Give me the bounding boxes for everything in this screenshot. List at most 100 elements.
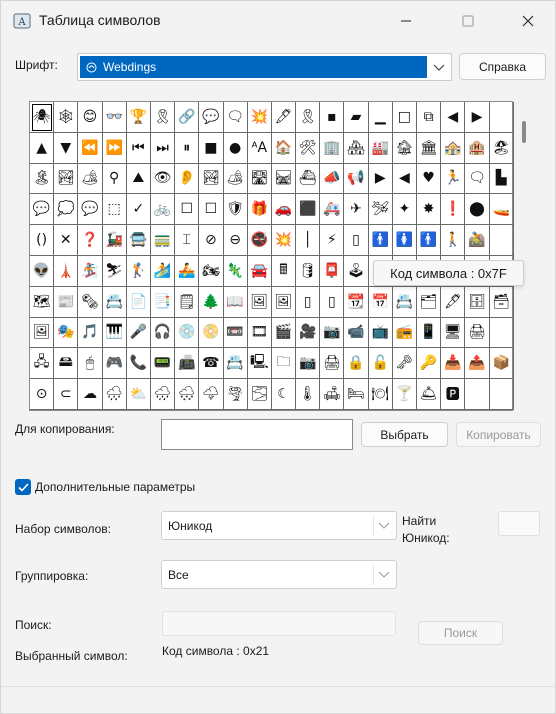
symbol-cell[interactable]: 🎁 bbox=[247, 194, 272, 226]
symbol-cell[interactable]: 🌧 bbox=[102, 379, 127, 410]
symbol-cell[interactable]: 📼 bbox=[223, 317, 248, 349]
symbol-cell[interactable]: 🏖 bbox=[489, 132, 514, 164]
symbol-cell[interactable]: 🕹 bbox=[344, 255, 369, 287]
symbol-cell[interactable]: ☾ bbox=[271, 379, 297, 410]
symbol-cell[interactable]: 🏞 bbox=[199, 163, 224, 195]
symbol-cell[interactable]: 🚂 bbox=[102, 225, 127, 256]
symbol-cell[interactable]: ⌶ bbox=[175, 225, 200, 256]
symbol-cell[interactable]: 🏕 bbox=[78, 163, 103, 195]
symbol-cell[interactable]: 📱 bbox=[417, 317, 442, 349]
symbol-cell[interactable]: 🖧 bbox=[30, 348, 55, 380]
symbol-cell[interactable]: ◀ bbox=[392, 163, 417, 195]
symbol-cell[interactable]: 🏛 bbox=[417, 132, 442, 164]
symbol-cell[interactable]: 🖩 bbox=[271, 255, 297, 287]
symbol-cell[interactable]: 🎹 bbox=[102, 317, 127, 349]
symbol-cell[interactable]: 🔓 bbox=[368, 348, 393, 380]
symbol-cell[interactable]: 🖨 bbox=[320, 348, 345, 380]
maximize-button[interactable] bbox=[445, 1, 491, 41]
symbol-cell[interactable]: 🏤 bbox=[441, 132, 466, 164]
minimize-button[interactable] bbox=[383, 1, 429, 41]
symbol-cell[interactable]: 🛏 bbox=[344, 379, 369, 410]
symbol-cell[interactable]: 💥 bbox=[247, 102, 272, 133]
symbol-cell[interactable]: 🗺 bbox=[30, 286, 55, 318]
symbol-cell[interactable]: ⏭ bbox=[150, 132, 176, 164]
chevron-down-icon[interactable] bbox=[376, 518, 392, 534]
symbol-cell[interactable]: 🗝 bbox=[392, 348, 417, 380]
symbol-cell[interactable]: 📀 bbox=[199, 317, 224, 349]
symbol-cell[interactable]: ❗ bbox=[441, 194, 466, 226]
symbol-cell[interactable]: 🛎 bbox=[417, 379, 442, 410]
symbol-cell[interactable]: 📇 bbox=[392, 286, 417, 318]
symbol-cell[interactable]: 📣 bbox=[320, 163, 345, 195]
advanced-label[interactable]: Дополнительные параметры bbox=[35, 480, 195, 494]
symbol-cell[interactable]: 🕷 bbox=[30, 102, 55, 133]
symbol-cell[interactable]: 🛣 bbox=[247, 163, 272, 195]
symbol-cell[interactable]: 🚵 bbox=[465, 225, 490, 256]
symbol-cell[interactable]: ⬚ bbox=[102, 194, 127, 226]
symbol-cell[interactable]: 📰 bbox=[54, 286, 79, 318]
symbol-cell[interactable]: 🌨 bbox=[175, 379, 200, 410]
search-button[interactable]: Поиск bbox=[418, 621, 503, 645]
symbol-cell[interactable]: 🏘 bbox=[344, 132, 369, 164]
symbol-cell[interactable]: ⛷ bbox=[102, 255, 127, 287]
help-button[interactable]: Справка bbox=[459, 53, 546, 80]
symbol-cell[interactable]: 📟 bbox=[150, 348, 176, 380]
search-input[interactable] bbox=[162, 611, 396, 636]
symbol-cell[interactable]: ☐ bbox=[199, 194, 224, 226]
symbol-cell[interactable]: 🎞 bbox=[247, 317, 272, 349]
symbol-cell[interactable]: 🎗 bbox=[150, 102, 176, 133]
symbol-cell[interactable]: 🌪 bbox=[223, 379, 248, 410]
symbol-cell[interactable]: 🗄 bbox=[465, 286, 490, 318]
chevron-down-icon[interactable] bbox=[431, 60, 447, 76]
symbol-cell[interactable]: 🚑 bbox=[320, 194, 345, 226]
symbol-cell[interactable]: 🌫 bbox=[247, 379, 272, 410]
symbol-cell[interactable]: ✓ bbox=[126, 194, 151, 226]
symbol-cell[interactable]: ✕ bbox=[54, 225, 79, 256]
symbol-cell[interactable]: 🗼 bbox=[54, 255, 79, 287]
symbol-cell[interactable]: 🖼 bbox=[271, 286, 297, 318]
symbol-cell[interactable]: 👓 bbox=[102, 102, 127, 133]
symbol-cell[interactable]: ▯ bbox=[320, 286, 345, 318]
symbol-cell[interactable]: ☁ bbox=[78, 379, 103, 410]
symbol-cell[interactable]: 💿 bbox=[175, 317, 200, 349]
symbol-cell[interactable]: 🖳 bbox=[247, 348, 272, 380]
symbol-cell[interactable]: 🏝 bbox=[30, 163, 55, 195]
symbol-cell[interactable]: 🚤 bbox=[489, 194, 514, 226]
symbol-cell[interactable]: 🚍 bbox=[126, 225, 151, 256]
symbol-cell[interactable]: 🏂 bbox=[78, 255, 103, 287]
symbol-cell[interactable]: 💭 bbox=[54, 194, 79, 226]
symbol-cell[interactable]: 🎭 bbox=[54, 317, 79, 349]
symbol-cell[interactable]: ⬤ bbox=[465, 194, 490, 226]
copy-input[interactable] bbox=[161, 419, 353, 450]
symbol-cell[interactable]: ▪ bbox=[320, 102, 345, 133]
symbol-cell[interactable]: 🗨 bbox=[465, 163, 490, 195]
symbol-cell[interactable]: ⊘ bbox=[199, 225, 224, 256]
symbol-cell[interactable]: 📇 bbox=[223, 348, 248, 380]
symbol-cell[interactable]: 🌩 bbox=[199, 379, 224, 410]
symbol-cell[interactable]: 🚹 bbox=[417, 225, 442, 256]
symbol-cell[interactable]: 🏄 bbox=[150, 255, 176, 287]
symbol-cell[interactable]: 🏭 bbox=[368, 132, 393, 164]
symbol-cell[interactable]: 🛩 bbox=[368, 194, 393, 226]
symbol-cell[interactable]: 🚭 bbox=[247, 225, 272, 256]
symbol-cell[interactable]: 🚶 bbox=[441, 225, 466, 256]
symbol-cell[interactable]: 🎧 bbox=[150, 317, 176, 349]
symbol-cell[interactable]: 🦎 bbox=[223, 255, 248, 287]
symbol-cell[interactable]: ▰ bbox=[344, 102, 369, 133]
symbol-cell[interactable]: 📷 bbox=[296, 348, 321, 380]
symbol-cell[interactable]: ⏮ bbox=[126, 132, 151, 164]
symbol-cell[interactable]: ⏸ bbox=[175, 132, 200, 164]
symbol-cell[interactable]: 📷 bbox=[320, 317, 345, 349]
symbol-cell[interactable]: ⏪ bbox=[78, 132, 103, 164]
symbol-cell[interactable]: 💥 bbox=[271, 225, 297, 256]
symbol-cell[interactable]: 🛠 bbox=[296, 132, 321, 164]
symbol-cell[interactable]: 👁 bbox=[150, 163, 176, 195]
grouping-dropdown[interactable]: Все bbox=[161, 560, 397, 589]
symbol-cell[interactable]: ▶ bbox=[465, 102, 490, 133]
symbol-cell[interactable]: 🛢 bbox=[296, 255, 321, 287]
symbol-cell[interactable]: 🗒 bbox=[175, 286, 200, 318]
symbol-cell[interactable]: 🗞 bbox=[78, 286, 103, 318]
symbol-cell[interactable]: ᴬA bbox=[247, 132, 272, 164]
symbol-cell[interactable]: 🛡 bbox=[223, 194, 248, 226]
symbol-cell[interactable]: ⊂ bbox=[54, 379, 79, 410]
